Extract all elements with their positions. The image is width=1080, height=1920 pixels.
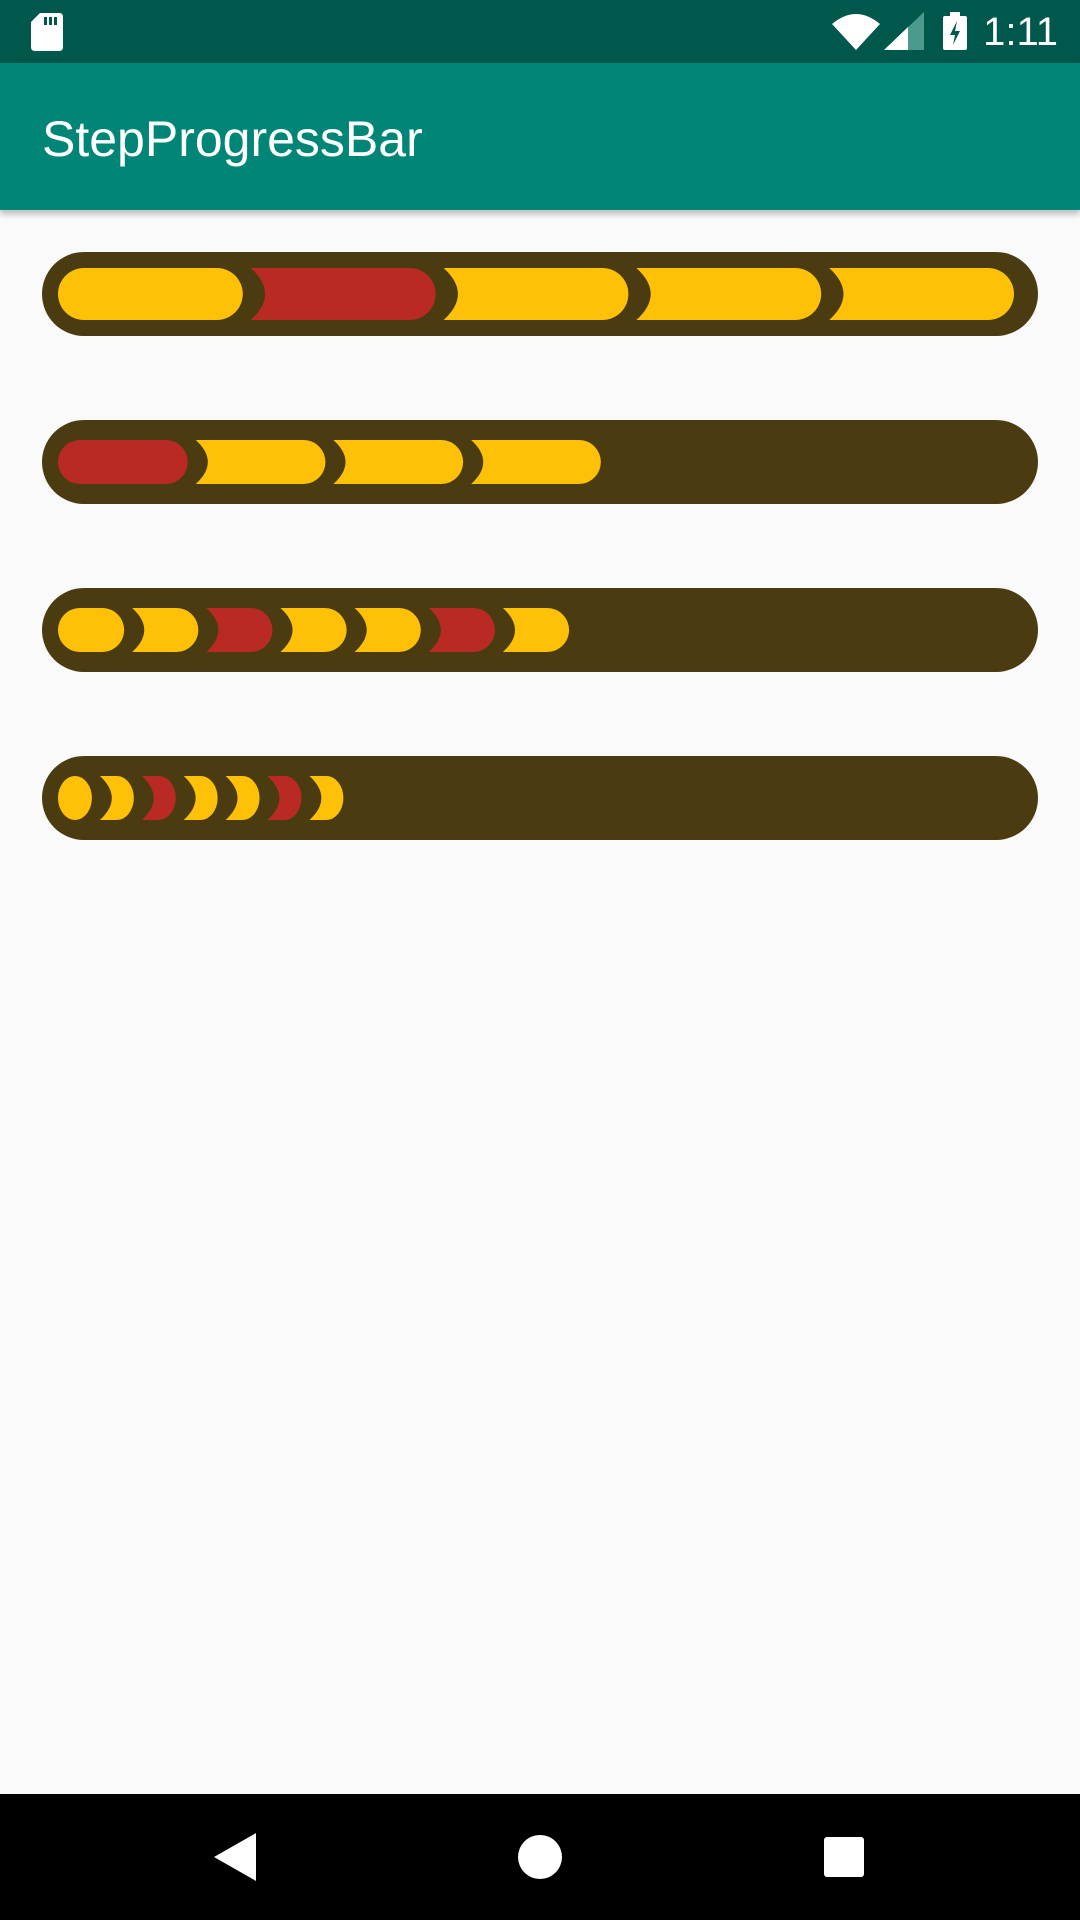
- progress-step-yellow: [636, 268, 822, 320]
- progress-step-yellow: [471, 440, 601, 484]
- app-title: StepProgressBar: [42, 111, 423, 167]
- navigation-bar: [0, 1794, 1080, 1920]
- progress-step-yellow: [195, 440, 326, 484]
- content-area: [0, 210, 1080, 1794]
- progress-step-yellow: [58, 776, 92, 820]
- progress-step-red: [58, 440, 188, 484]
- wifi-icon: [832, 14, 880, 50]
- progress-step-yellow: [333, 440, 464, 484]
- progress-step-yellow: [829, 268, 1014, 320]
- sd-card-icon: [31, 13, 63, 51]
- progress-bar-4: [42, 756, 1038, 840]
- status-bar: 1:11: [0, 0, 1080, 63]
- progress-step-yellow: [58, 608, 125, 652]
- progress-bar-3: [42, 588, 1038, 672]
- home-icon[interactable]: [518, 1835, 562, 1879]
- app-bar: StepProgressBar: [0, 63, 1080, 210]
- recents-icon[interactable]: [824, 1837, 864, 1877]
- progress-track: [42, 756, 1038, 840]
- cell-signal-icon: [884, 12, 924, 50]
- progress-bar-1: [42, 252, 1038, 336]
- progress-bars-canvas: [42, 252, 1038, 840]
- progress-step-red: [250, 268, 436, 320]
- back-icon[interactable]: [214, 1833, 256, 1881]
- progress-bar-2: [42, 420, 1038, 504]
- progress-step-yellow: [58, 268, 243, 320]
- battery-charging-icon: [943, 12, 967, 50]
- progress-step-yellow: [443, 268, 629, 320]
- status-time: 1:11: [983, 10, 1058, 54]
